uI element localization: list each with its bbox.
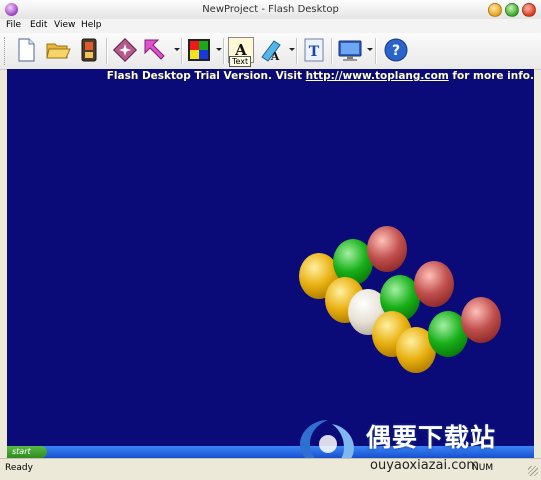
color-palette-icon[interactable]	[186, 37, 212, 63]
start-button[interactable]: start	[7, 446, 47, 458]
toolbar-separator	[331, 38, 333, 64]
ball	[414, 261, 454, 307]
open-folder-icon[interactable]	[45, 37, 71, 63]
toolbar-separator	[223, 38, 225, 64]
arrow-tool-icon[interactable]	[142, 37, 168, 63]
watermark-title: 偶要下载站	[366, 423, 497, 452]
ball	[461, 297, 501, 343]
font-color-icon[interactable]: A	[258, 37, 284, 63]
trial-notice: Flash Desktop Trial Version. Visit http:…	[7, 70, 534, 82]
status-text: Ready	[5, 463, 33, 473]
svg-text:A: A	[270, 50, 280, 63]
toolbar-separator	[181, 38, 183, 64]
menu-view[interactable]: View	[54, 20, 75, 30]
font-color-dropdown[interactable]	[289, 48, 295, 51]
website-link[interactable]: http://www.toplang.com	[306, 70, 449, 82]
minimize-button[interactable]	[488, 3, 502, 17]
toolbar: A Text A T ?	[0, 33, 541, 70]
toolbar-grip[interactable]	[4, 37, 7, 65]
trial-notice-prefix: Flash Desktop Trial Version. Visit	[106, 70, 306, 82]
desktop-canvas[interactable]: Flash Desktop Trial Version. Visit http:…	[7, 69, 534, 446]
toolbar-separator	[375, 38, 377, 64]
svg-text:?: ?	[392, 43, 400, 59]
preview-dropdown[interactable]	[367, 48, 373, 51]
menu-edit[interactable]: Edit	[30, 20, 47, 30]
toolbar-separator	[296, 38, 298, 64]
trial-notice-suffix: for more info.	[448, 70, 534, 82]
watermark-url: ouyaoxiazai.com	[370, 458, 479, 473]
close-button[interactable]	[522, 3, 536, 17]
save-device-icon[interactable]	[76, 37, 102, 63]
preview-monitor-icon[interactable]	[337, 37, 363, 63]
menu-file[interactable]: File	[6, 20, 21, 30]
text-tooltip: Text	[229, 56, 252, 67]
menu-help[interactable]: Help	[81, 20, 102, 30]
effects-icon[interactable]	[112, 37, 138, 63]
ball	[367, 226, 407, 272]
svg-text:T: T	[309, 44, 320, 60]
maximize-button[interactable]	[505, 3, 519, 17]
new-file-icon[interactable]	[13, 37, 39, 63]
text-frame-icon[interactable]: T	[301, 37, 327, 63]
arrow-tool-dropdown[interactable]	[174, 48, 180, 51]
toolbar-separator	[106, 38, 108, 64]
color-palette-dropdown[interactable]	[216, 48, 222, 51]
help-icon[interactable]: ?	[383, 37, 409, 63]
menu-bar: File Edit View Help	[0, 19, 541, 33]
window-title: NewProject - Flash Desktop	[202, 4, 339, 15]
resize-grip[interactable]	[528, 466, 538, 476]
title-bar: NewProject - Flash Desktop	[0, 0, 541, 20]
